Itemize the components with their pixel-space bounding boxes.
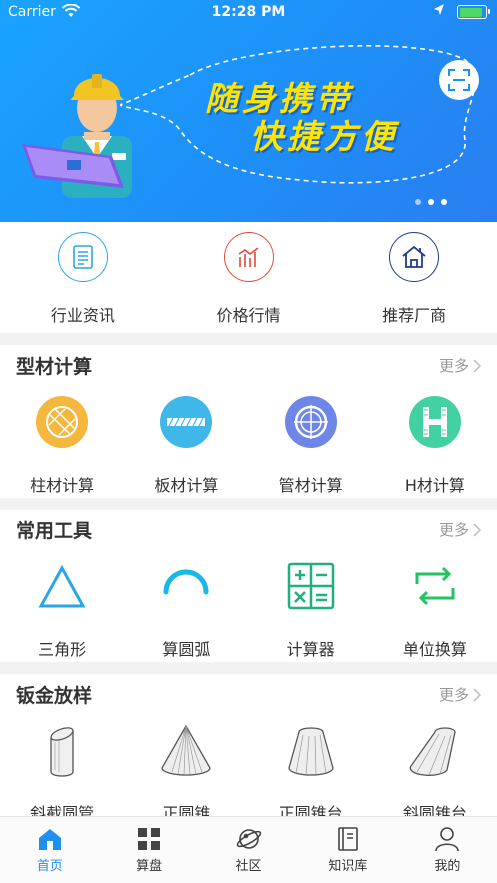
oblique-frustum-icon <box>407 722 463 778</box>
tool-triangle[interactable]: 三角形 <box>0 558 124 660</box>
sheet-metal-grid: 斜截圆管 正圆锥 正圆锥台 斜圆锥台 <box>0 722 497 824</box>
tool-oblique-pipe[interactable]: 斜截圆管 <box>0 722 124 824</box>
tool-label: 算圆弧 <box>162 640 211 659</box>
tool-unit-convert[interactable]: 单位换算 <box>373 558 497 660</box>
tool-h-beam-calc[interactable]: H材计算 <box>373 394 497 496</box>
carousel-dot[interactable] <box>441 199 447 205</box>
tool-pipe-calc[interactable]: 管材计算 <box>249 394 373 496</box>
section-divider <box>0 333 497 345</box>
section-title-sheet-metal: 钣金放样 <box>16 685 93 707</box>
chevron-right-icon <box>473 522 481 537</box>
user-icon <box>435 827 460 852</box>
bottom-tab-bar: 首页 算盘 社区 知识库 我的 <box>0 816 497 883</box>
tool-label: 单位换算 <box>402 640 467 659</box>
tool-label: 管材计算 <box>278 476 343 495</box>
house-icon <box>389 232 440 282</box>
quick-link-label: 价格行情 <box>216 306 281 325</box>
tab-label: 社区 <box>235 859 262 874</box>
section-divider <box>0 498 497 510</box>
pipe-material-icon <box>283 394 339 450</box>
tab-abacus[interactable]: 算盘 <box>99 817 198 883</box>
cone-icon <box>158 722 214 778</box>
tool-oblique-frustum[interactable]: 斜圆锥台 <box>373 722 497 824</box>
section-title-tools: 常用工具 <box>16 520 93 542</box>
more-link-tools[interactable]: 更多 <box>439 519 481 540</box>
quick-link-price[interactable]: 价格行情 <box>166 232 332 332</box>
quick-link-vendors[interactable]: 推荐厂商 <box>331 232 497 332</box>
scan-button[interactable] <box>439 60 479 100</box>
plate-material-icon <box>158 394 214 450</box>
unit-convert-icon <box>407 558 463 614</box>
carousel-dot[interactable] <box>415 199 421 205</box>
tool-label: 板材计算 <box>154 476 219 495</box>
status-bar: Carrier 12:28 PM <box>0 0 497 24</box>
quick-link-label: 推荐厂商 <box>382 306 447 325</box>
section-divider <box>0 662 497 674</box>
home-icon <box>38 829 61 850</box>
tab-home[interactable]: 首页 <box>0 817 99 883</box>
section-title-profile-calc: 型材计算 <box>16 356 93 378</box>
tab-label: 首页 <box>36 859 63 874</box>
tab-knowledge[interactable]: 知识库 <box>298 817 397 883</box>
tab-community[interactable]: 社区 <box>199 817 298 883</box>
banner-carousel[interactable]: Carrier 12:28 PM 随身携带 快捷方便 <box>0 0 497 222</box>
frustum-icon <box>283 722 339 778</box>
news-icon <box>57 232 108 282</box>
planet-icon <box>236 829 261 849</box>
tool-column-calc[interactable]: 柱材计算 <box>0 394 124 496</box>
quick-link-label: 行业资讯 <box>50 306 115 325</box>
h-beam-icon <box>407 394 463 450</box>
tab-mine[interactable]: 我的 <box>398 817 497 883</box>
chevron-right-icon <box>473 687 481 702</box>
more-label: 更多 <box>438 686 469 704</box>
profile-calc-grid: 柱材计算 板材计算 管材计算 H材计算 <box>0 394 497 496</box>
tools-grid: 三角形 算圆弧 计算器 单位换算 <box>0 558 497 660</box>
book-icon <box>338 827 358 851</box>
banner-slogan-line2: 快捷方便 <box>250 117 398 156</box>
oblique-pipe-icon <box>34 722 90 778</box>
carousel-dot[interactable] <box>428 199 434 205</box>
calculator-icon <box>283 558 339 614</box>
quick-link-news[interactable]: 行业资讯 <box>0 232 166 332</box>
tool-calculator[interactable]: 计算器 <box>249 558 373 660</box>
more-label: 更多 <box>438 357 469 375</box>
quick-links: 行业资讯 价格行情 推荐厂商 <box>0 232 497 332</box>
tool-label: 计算器 <box>286 640 335 659</box>
price-chart-icon <box>223 232 274 282</box>
tab-label: 我的 <box>434 859 461 874</box>
triangle-icon <box>34 558 90 614</box>
tool-label: H材计算 <box>404 476 465 495</box>
more-label: 更多 <box>438 521 469 539</box>
location-arrow-icon <box>433 3 445 21</box>
carousel-dots <box>415 199 447 205</box>
tool-cone[interactable]: 正圆锥 <box>124 722 248 824</box>
scan-icon <box>448 69 470 91</box>
more-link-profile-calc[interactable]: 更多 <box>439 355 481 376</box>
more-link-sheet-metal[interactable]: 更多 <box>439 684 481 705</box>
grid-icon <box>138 828 161 850</box>
tab-label: 算盘 <box>136 859 163 874</box>
tool-plate-calc[interactable]: 板材计算 <box>124 394 248 496</box>
tablet-illustration <box>22 144 124 188</box>
battery-icon <box>457 5 490 19</box>
tool-label: 三角形 <box>38 640 87 659</box>
arc-icon <box>158 558 214 614</box>
column-material-icon <box>34 394 90 450</box>
tool-frustum[interactable]: 正圆锥台 <box>249 722 373 824</box>
clock: 12:28 PM <box>211 4 286 20</box>
tab-label: 知识库 <box>328 859 368 874</box>
chevron-right-icon <box>473 358 481 373</box>
tool-label: 柱材计算 <box>30 476 95 495</box>
tool-arc[interactable]: 算圆弧 <box>124 558 248 660</box>
